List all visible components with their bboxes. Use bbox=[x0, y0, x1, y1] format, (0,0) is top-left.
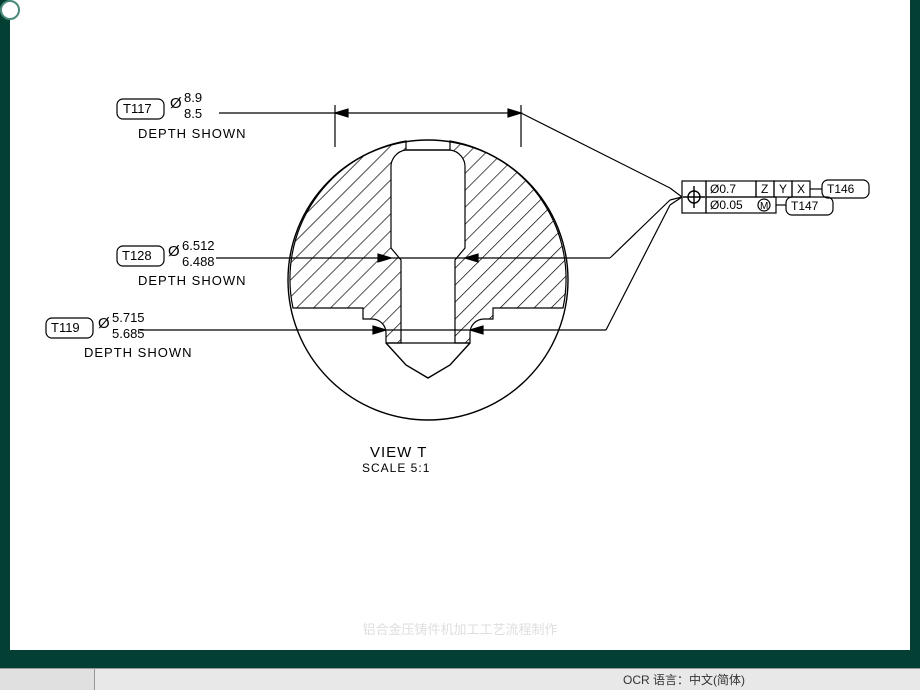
fcf-row2-tol: Ø0.05 bbox=[710, 198, 743, 212]
callout-t117-lower: 8.5 bbox=[184, 106, 202, 121]
status-bar: OCR 语言：中文(简体) bbox=[0, 668, 920, 690]
callout-t128-lower: 6.488 bbox=[182, 254, 215, 269]
status-lang-label: OCR 语言：中文(简体) bbox=[615, 671, 753, 688]
fcf-row1-tol: Ø0.7 bbox=[710, 182, 736, 196]
drawing-canvas: T117 Ø 8.9 8.5 DEPTH SHOWN T128 Ø 6.512 … bbox=[10, 0, 910, 650]
binder-ring-icon bbox=[0, 0, 20, 20]
callout-t128-depth: DEPTH SHOWN bbox=[138, 273, 247, 288]
callout-t117-upper: 8.9 bbox=[184, 90, 202, 105]
svg-text:Ø: Ø bbox=[168, 243, 180, 260]
callout-t119-depth: DEPTH SHOWN bbox=[84, 345, 193, 360]
feature-control-frame: Ø0.7 Z Y X T146 Ø0.05 M T147 bbox=[682, 180, 869, 215]
view-scale: SCALE 5:1 bbox=[362, 461, 430, 475]
view-label: VIEW T SCALE 5:1 bbox=[362, 444, 430, 475]
engineering-drawing: T117 Ø 8.9 8.5 DEPTH SHOWN T128 Ø 6.512 … bbox=[10, 0, 910, 650]
status-left-cell bbox=[0, 669, 95, 690]
svg-text:Ø: Ø bbox=[98, 315, 110, 332]
callout-t117: T117 Ø 8.9 8.5 DEPTH SHOWN bbox=[117, 90, 247, 141]
callout-t119: T119 Ø 5.715 5.685 DEPTH SHOWN bbox=[46, 310, 193, 360]
true-position-icon bbox=[683, 186, 705, 208]
callout-t117-depth: DEPTH SHOWN bbox=[138, 126, 247, 141]
fcf-row1-tag: T146 bbox=[827, 182, 855, 196]
svg-text:Ø: Ø bbox=[170, 95, 182, 112]
section-view bbox=[288, 140, 568, 420]
fcf-datum-x: X bbox=[797, 182, 805, 196]
callout-t119-tag: T119 bbox=[51, 320, 80, 335]
callout-t119-lower: 5.685 bbox=[112, 326, 145, 341]
slide-area: T117 Ø 8.9 8.5 DEPTH SHOWN T128 Ø 6.512 … bbox=[0, 0, 920, 670]
callout-t119-upper: 5.715 bbox=[112, 310, 145, 325]
callout-t128: T128 Ø 6.512 6.488 DEPTH SHOWN bbox=[117, 238, 247, 288]
fcf-datum-z: Z bbox=[761, 182, 768, 196]
fcf-row2-tag: T147 bbox=[791, 199, 819, 213]
fcf-row2-mod: M bbox=[760, 201, 768, 212]
callout-t117-tag: T117 bbox=[123, 101, 152, 116]
callout-t128-tag: T128 bbox=[122, 248, 152, 263]
view-name: VIEW T bbox=[370, 444, 427, 461]
fcf-datum-y: Y bbox=[779, 182, 787, 196]
callout-t128-upper: 6.512 bbox=[182, 238, 215, 253]
